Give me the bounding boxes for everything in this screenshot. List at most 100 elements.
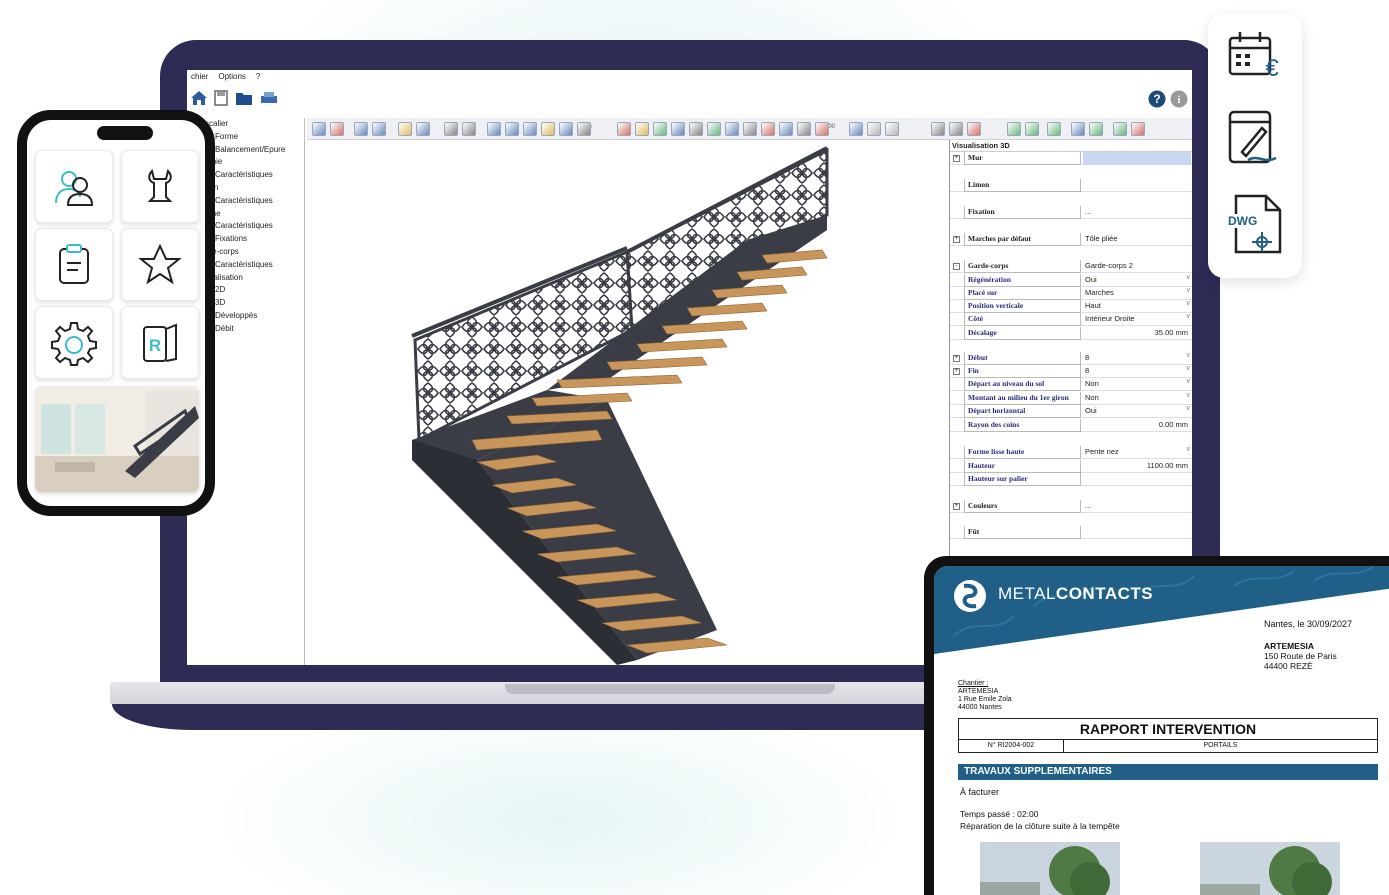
- folder-icon[interactable]: [235, 90, 253, 106]
- property-row[interactable]: + Début 8 v: [950, 352, 1192, 365]
- dropdown-chevron-icon[interactable]: v: [1187, 352, 1191, 359]
- property-row[interactable]: + Fin 8 v: [950, 365, 1192, 378]
- settings-tile[interactable]: [35, 306, 113, 379]
- property-value[interactable]: Non: [1083, 392, 1191, 405]
- property-row[interactable]: Forme lisse haute Pente nez v: [950, 446, 1192, 459]
- toolbar-button[interactable]: [885, 122, 899, 136]
- toolbar-button[interactable]: [849, 122, 863, 136]
- property-value[interactable]: [1083, 179, 1191, 192]
- property-row[interactable]: Départ horizontal Oui v: [950, 405, 1192, 418]
- dropdown-chevron-icon[interactable]: v: [1187, 378, 1191, 385]
- expand-icon[interactable]: +: [953, 368, 960, 375]
- toolbar-button[interactable]: [577, 122, 591, 136]
- signature-icon[interactable]: [1228, 110, 1284, 168]
- tree-item[interactable]: Débit: [205, 323, 304, 336]
- property-value[interactable]: 0.00 mm: [1083, 419, 1191, 432]
- tree-item[interactable]: Caractéristiques: [205, 195, 304, 208]
- tree-item[interactable]: 3D: [205, 297, 304, 310]
- property-value[interactable]: Marches: [1083, 287, 1191, 300]
- property-value[interactable]: [1083, 473, 1191, 486]
- toolbar-button[interactable]: [689, 122, 703, 136]
- toolbar-button[interactable]: [523, 122, 537, 136]
- dropdown-chevron-icon[interactable]: v: [1187, 405, 1191, 412]
- menu-fichier[interactable]: chier: [191, 72, 208, 86]
- toolbar-button[interactable]: [1047, 122, 1061, 136]
- property-value[interactable]: Oui: [1083, 274, 1191, 287]
- dropdown-chevron-icon[interactable]: v: [1187, 392, 1191, 399]
- dropdown-chevron-icon[interactable]: v: [1187, 313, 1191, 320]
- expand-icon[interactable]: +: [953, 155, 960, 162]
- reports-tile[interactable]: R: [121, 306, 199, 379]
- toolbar-button[interactable]: [354, 122, 368, 136]
- tools-tile[interactable]: [121, 150, 199, 223]
- tree-item[interactable]: scalier: [205, 118, 304, 131]
- property-value[interactable]: Non: [1083, 378, 1191, 391]
- expand-icon[interactable]: -: [953, 263, 960, 270]
- property-row[interactable]: + Mur: [950, 152, 1192, 165]
- toolbar-button[interactable]: [797, 122, 811, 136]
- property-row[interactable]: Fixation...: [950, 206, 1192, 219]
- calendar-euro-icon[interactable]: €: [1228, 28, 1284, 88]
- toolbar-button[interactable]: [398, 122, 412, 136]
- property-row[interactable]: Rayon des coins 0.00 mm: [950, 419, 1192, 432]
- save-icon[interactable]: [214, 90, 228, 106]
- toolbar-button[interactable]: [635, 122, 649, 136]
- property-row[interactable]: - Garde-corps Garde-corps 2: [950, 260, 1192, 273]
- toolbar-button[interactable]: [330, 122, 344, 136]
- toolbar-button[interactable]: [541, 122, 555, 136]
- toolbar-button[interactable]: [743, 122, 757, 136]
- property-row[interactable]: Fût: [950, 526, 1192, 539]
- toolbar-button[interactable]: [1113, 122, 1127, 136]
- tree-item[interactable]: non: [205, 182, 304, 195]
- property-value[interactable]: ...: [1083, 206, 1191, 219]
- toolbar-button[interactable]: [559, 122, 573, 136]
- tree-item[interactable]: sualisation: [205, 272, 304, 285]
- favorites-tile[interactable]: [121, 228, 199, 301]
- 3d-viewport[interactable]: [307, 140, 947, 665]
- dwg-file-icon[interactable]: DWG: [1226, 190, 1286, 260]
- tree-item[interactable]: Caractéristiques: [205, 259, 304, 272]
- property-row[interactable]: + Couleurs...: [950, 500, 1192, 513]
- property-row[interactable]: Hauteur sur palier: [950, 473, 1192, 486]
- toolbar-button[interactable]: [1025, 122, 1039, 136]
- dropdown-chevron-icon[interactable]: v: [1187, 446, 1191, 453]
- property-row[interactable]: + Marches par défaut Tôle pliée: [950, 233, 1192, 246]
- property-row[interactable]: Départ au niveau du sol Non v: [950, 378, 1192, 391]
- tree-item[interactable]: Caractéristiques: [205, 220, 304, 233]
- expand-icon[interactable]: +: [953, 236, 960, 243]
- property-value[interactable]: 35.00 mm: [1083, 327, 1191, 340]
- toolbar-button[interactable]: [312, 122, 326, 136]
- toolbar-button[interactable]: [949, 122, 963, 136]
- property-row[interactable]: Placé sur Marches v: [950, 287, 1192, 300]
- menu-options[interactable]: Options: [218, 72, 246, 86]
- toolbar-button[interactable]: [462, 122, 476, 136]
- property-value[interactable]: Tôle pliée: [1083, 233, 1191, 246]
- tree-item[interactable]: Fixations: [205, 233, 304, 246]
- clipboard-tile[interactable]: [35, 228, 113, 301]
- property-value[interactable]: Haut: [1083, 300, 1191, 313]
- dropdown-chevron-icon[interactable]: v: [1187, 287, 1191, 294]
- property-row[interactable]: Régénération Oui v: [950, 274, 1192, 287]
- toolbar-button[interactable]: [671, 122, 685, 136]
- toolbar-button[interactable]: [653, 122, 667, 136]
- toolbar-button[interactable]: [444, 122, 458, 136]
- property-value[interactable]: 8: [1083, 365, 1191, 378]
- property-value[interactable]: ...: [1083, 500, 1191, 513]
- info-icon[interactable]: i: [1170, 90, 1188, 108]
- toolbar-button[interactable]: [505, 122, 519, 136]
- property-row[interactable]: Position verticale Haut v: [950, 300, 1192, 313]
- print-icon[interactable]: [260, 90, 278, 106]
- property-value[interactable]: Garde-corps 2: [1083, 260, 1191, 273]
- toolbar-button[interactable]: [967, 122, 981, 136]
- property-row[interactable]: Hauteur 1100.00 mm: [950, 460, 1192, 473]
- property-value[interactable]: Intérieur Droite: [1083, 313, 1191, 326]
- tree-item[interactable]: Balancement/Epure: [205, 144, 304, 157]
- toolbar-button[interactable]: [416, 122, 430, 136]
- toolbar-button[interactable]: [487, 122, 501, 136]
- tree-item[interactable]: rche: [205, 208, 304, 221]
- toolbar-button[interactable]: [372, 122, 386, 136]
- toolbar-button[interactable]: [1131, 122, 1145, 136]
- toolbar-button[interactable]: [617, 122, 631, 136]
- property-row[interactable]: Décalage 35.00 mm: [950, 327, 1192, 340]
- property-value[interactable]: Pente nez: [1083, 446, 1191, 459]
